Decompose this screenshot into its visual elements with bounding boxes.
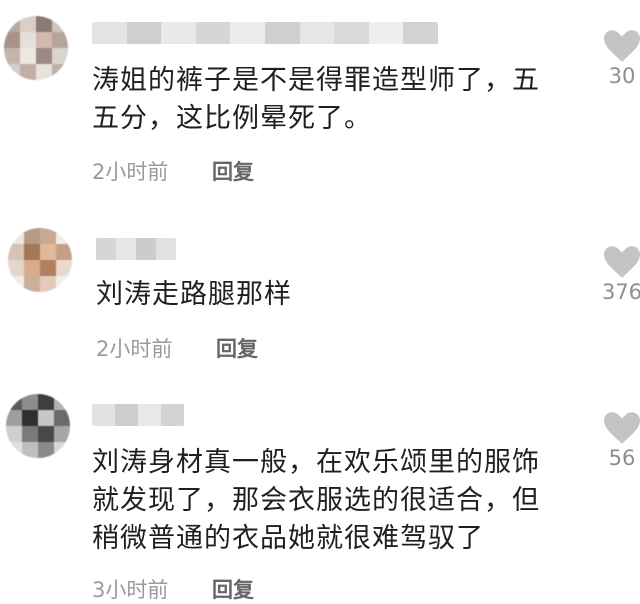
- comment-time: 2小时前: [92, 160, 169, 184]
- comment-time: 3小时前: [92, 578, 169, 602]
- avatar[interactable]: [4, 16, 68, 80]
- username-redacted[interactable]: [92, 404, 184, 426]
- reply-button[interactable]: 回复: [212, 574, 254, 604]
- username-redacted[interactable]: [96, 238, 176, 260]
- like-button[interactable]: 30: [596, 30, 640, 88]
- username-redacted[interactable]: [92, 22, 438, 44]
- comment-item: 刘涛走路腿那样 2小时前 回复 376: [0, 200, 640, 370]
- avatar[interactable]: [8, 228, 72, 292]
- comment-item: 刘涛身材真一般，在欢乐颂里的服饰 就发现了，那会衣服选的很适合，但 稍微普通的衣…: [0, 370, 640, 604]
- reply-button[interactable]: 回复: [212, 156, 254, 186]
- like-count: 376: [601, 280, 640, 304]
- heart-icon: [604, 412, 640, 444]
- comment-text: 刘涛身材真一般，在欢乐颂里的服饰 就发现了，那会衣服选的很适合，但 稍微普通的衣…: [92, 447, 540, 554]
- comment-text: 刘涛走路腿那样: [96, 279, 292, 310]
- like-count: 56: [608, 446, 636, 470]
- like-button[interactable]: 376: [596, 246, 640, 304]
- comment-text: 涛姐的裤子是不是得罪造型师了，五 五分，这比例晕死了。: [92, 65, 540, 134]
- heart-icon: [604, 30, 640, 62]
- comment-item: 涛姐的裤子是不是得罪造型师了，五 五分，这比例晕死了。 2小时前 回复 30: [0, 0, 640, 200]
- like-button[interactable]: 56: [596, 412, 640, 470]
- like-count: 30: [608, 64, 636, 88]
- heart-icon: [604, 246, 640, 278]
- reply-button[interactable]: 回复: [216, 333, 258, 363]
- avatar[interactable]: [6, 394, 70, 458]
- comment-time: 2小时前: [96, 337, 173, 361]
